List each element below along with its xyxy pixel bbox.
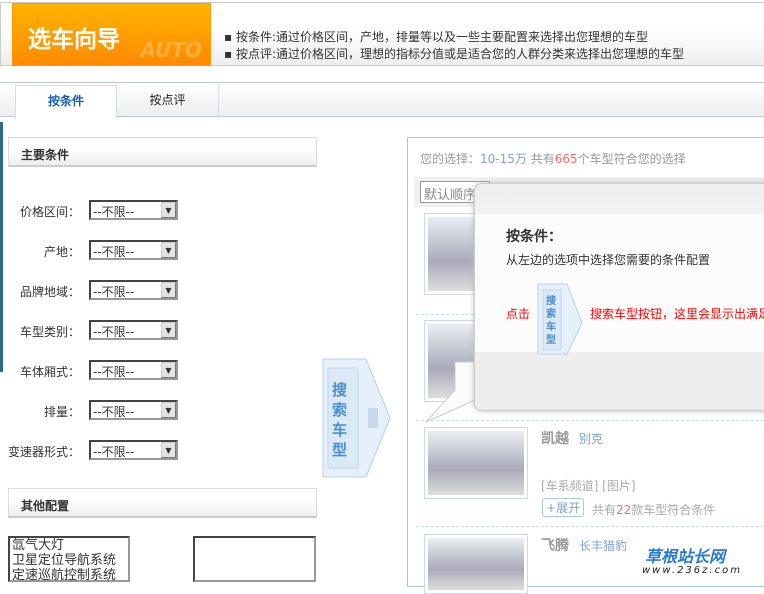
dropdown-arrow-icon: ▼	[161, 202, 176, 218]
car-name[interactable]: 凯越	[541, 428, 569, 448]
filter-origin: 产地： --不限-- ▼	[0, 240, 180, 262]
filter-transmission: 变速器形式： --不限-- ▼	[0, 440, 180, 462]
car-brand[interactable]: 长丰猎豹	[579, 537, 627, 554]
filter-type: 车型类别： --不限-- ▼	[0, 320, 180, 342]
dropdown-arrow-icon: ▼	[161, 322, 176, 338]
expand-button[interactable]: +展开	[542, 498, 585, 517]
car-name[interactable]: 飞腾	[541, 535, 569, 555]
tab-by-condition[interactable]: 按条件	[15, 85, 117, 119]
displacement-select[interactable]: --不限-- ▼	[89, 400, 178, 420]
selection-summary: 您的选择：10-15万 共有665个车型符合您的选择	[420, 152, 686, 166]
popup-search-icon: 搜索车型	[537, 283, 583, 355]
price-select[interactable]: --不限-- ▼	[89, 200, 178, 220]
site-watermark: 草根站长网	[645, 547, 726, 566]
car-image[interactable]	[424, 534, 528, 594]
car-links[interactable]: [车系频道] [图片]	[541, 477, 636, 494]
car-brand[interactable]: 别克	[579, 430, 603, 447]
popup-instruction: 搜索车型按钮，这里会显示出满足	[590, 307, 764, 321]
filter-brand-region: 品牌地域： --不限-- ▼	[0, 280, 180, 302]
type-select[interactable]: --不限-- ▼	[89, 320, 178, 340]
filter-price: 价格区间： --不限-- ▼	[0, 200, 180, 222]
dropdown-arrow-icon: ▼	[161, 242, 176, 258]
logo: 选车向导 AUTO	[12, 3, 211, 66]
list-item[interactable]: 卫星定位导航系统	[12, 553, 126, 568]
other-config-header: 其他配置	[8, 488, 317, 518]
filter-displacement: 排量： --不限-- ▼	[0, 400, 180, 422]
dropdown-arrow-icon: ▼	[161, 282, 176, 298]
dropdown-arrow-icon: ▼	[161, 362, 176, 378]
transmission-select[interactable]: --不限-- ▼	[89, 440, 178, 460]
popup-click: 点击	[506, 307, 531, 321]
filter-body: 车体厢式： --不限-- ▼	[0, 360, 180, 382]
dropdown-arrow-icon: ▼	[161, 402, 176, 418]
tab-bar: 按条件 按点评	[0, 82, 764, 119]
tab-by-review[interactable]: 按点评	[117, 85, 219, 118]
body-select[interactable]: --不限-- ▼	[89, 360, 178, 380]
popup-desc: 从左边的选项中选择您需要的条件配置	[506, 253, 711, 267]
logo-watermark: AUTO	[140, 38, 202, 62]
origin-select[interactable]: --不限-- ▼	[89, 240, 178, 260]
brand-region-select[interactable]: --不限-- ▼	[89, 280, 178, 300]
divider	[416, 526, 764, 527]
popup-title: 按条件：	[506, 229, 562, 245]
page-title: 选车向导	[28, 27, 120, 53]
intro-line-1: ▪ 按条件:通过价格区间，产地，排量等以及一些主要配置来选择出您理想的车型	[224, 30, 648, 44]
config-options-list[interactable]: 氙气大灯 卫星定位导航系统 定速巡航控制系统	[8, 536, 130, 582]
intro-line-2: ▪ 按点评:通过价格区间，理想的指标分值或是适合您的人群分类来选择出您理想的车型	[224, 47, 684, 61]
list-item[interactable]: 定速巡航控制系统	[12, 568, 126, 580]
site-watermark-url: www.236z.com	[642, 565, 742, 576]
match-count: 共有22款车型符合条件	[592, 503, 716, 517]
selected-config-list[interactable]	[193, 536, 316, 582]
car-image[interactable]	[424, 427, 528, 499]
list-item[interactable]: 氙气大灯	[12, 538, 126, 553]
help-popup: 按条件： 从左边的选项中选择您需要的条件配置 点击 搜索车型 搜索车型按钮，这里…	[474, 183, 764, 411]
search-cars-button[interactable]: 搜索车型	[322, 358, 392, 478]
dropdown-arrow-icon: ▼	[161, 442, 176, 458]
main-conditions-header: 主要条件	[8, 137, 317, 167]
